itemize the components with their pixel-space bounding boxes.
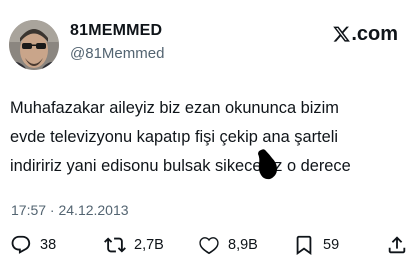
tweet-actions: 38 2,7B 8,9B 59 [0, 232, 420, 258]
brand-logo: . com [333, 22, 398, 46]
author-name[interactable]: 81MEMMED [70, 22, 162, 40]
bookmark-count: 59 [323, 237, 340, 253]
user-avatar [9, 20, 59, 70]
bookmark-button[interactable]: 59 [293, 232, 339, 258]
tweet-line: evde televizyonu kapatıp fişi çekip ana … [10, 128, 338, 146]
bookmark-icon [296, 235, 312, 256]
avatar[interactable] [9, 20, 59, 70]
brand-text: com [356, 23, 398, 45]
tweet-text: Muhafazakar aileyiz biz ezan okununca bi… [10, 94, 415, 181]
tweet-line: indiririz yani edisonu bulsak sikeceğiz … [10, 157, 351, 175]
like-button[interactable]: 8,9B [198, 232, 258, 258]
pointer-blob-icon [258, 149, 277, 180]
share-icon [388, 236, 406, 254]
tweet-line: Muhafazakar aileyiz biz ezan okununca bi… [10, 99, 339, 117]
x-logo-icon [333, 26, 351, 42]
tweet-timestamp[interactable]: 17:57 · 24.12.2013 [11, 202, 129, 218]
retweet-count: 2,7B [134, 237, 164, 253]
like-count: 8,9B [228, 237, 258, 253]
author-handle[interactable]: @81Memmed [70, 45, 164, 62]
reply-icon [11, 235, 31, 254]
share-button[interactable] [386, 232, 408, 258]
retweet-button[interactable]: 2,7B [104, 232, 164, 258]
reply-button[interactable]: 38 [10, 232, 56, 258]
reply-count: 38 [40, 237, 57, 253]
heart-icon [199, 237, 219, 255]
retweet-icon [104, 237, 126, 253]
